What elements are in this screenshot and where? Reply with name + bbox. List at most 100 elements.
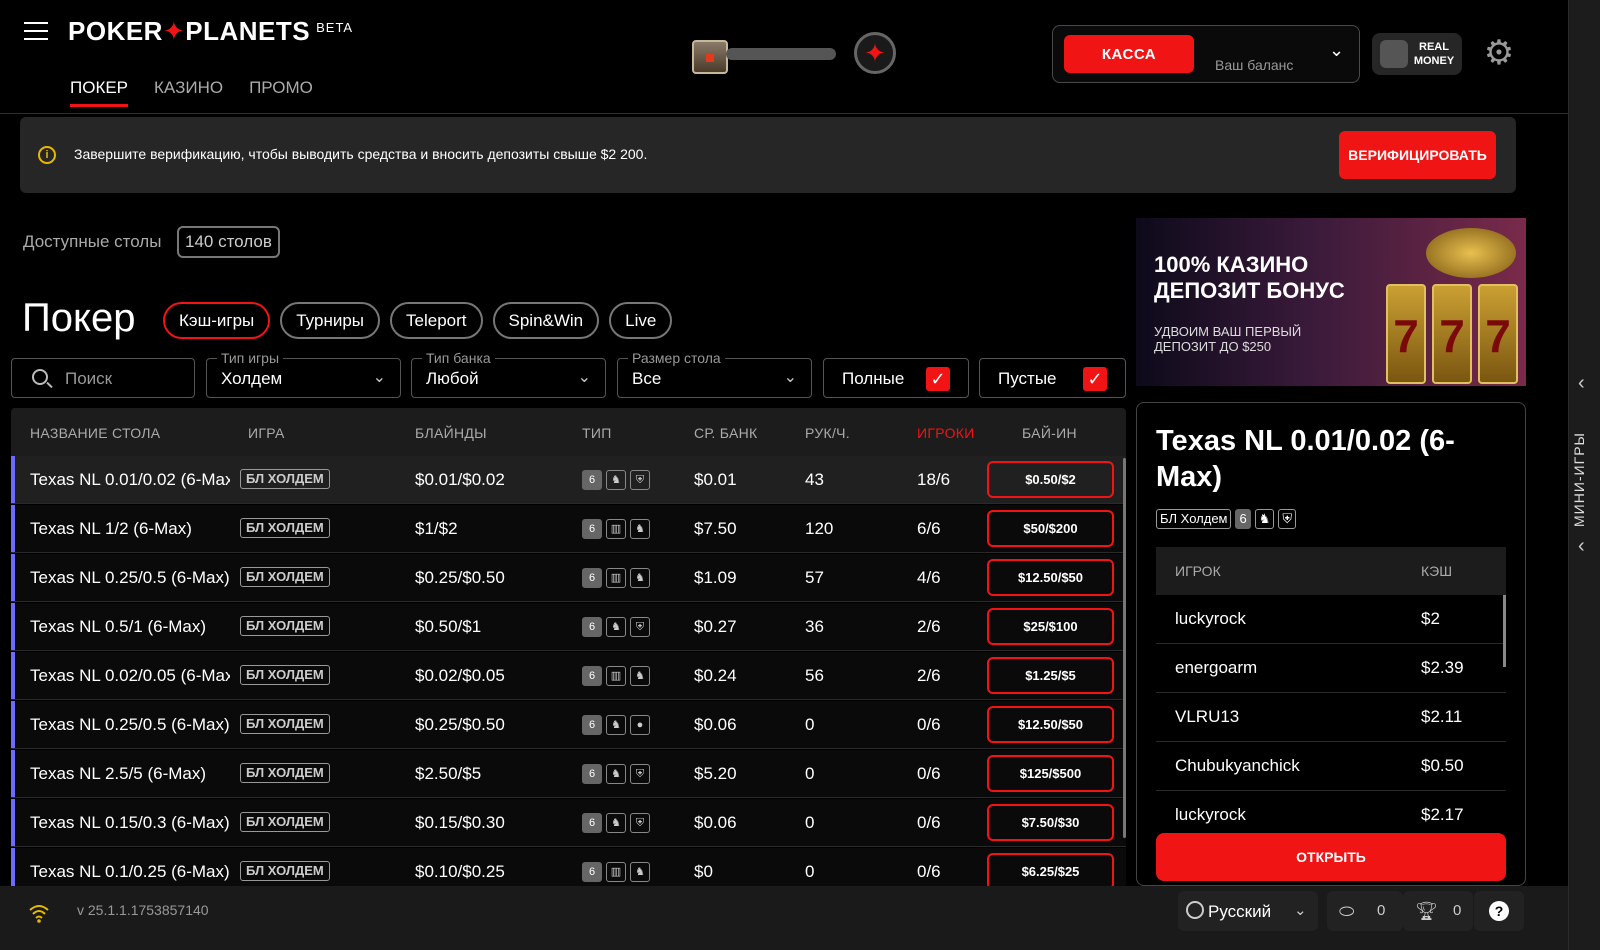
chips-icon: ⬭ <box>1339 901 1355 921</box>
globe-icon <box>1186 901 1204 919</box>
cashier-button[interactable]: КАССА <box>1064 35 1194 73</box>
tab-live[interactable]: Live <box>609 302 673 339</box>
search-input[interactable]: Поиск <box>11 358 195 398</box>
knight-icon: ♞ <box>630 862 650 882</box>
slot-reel-image: 7 <box>1432 284 1472 384</box>
open-table-button[interactable]: ОТКРЫТЬ <box>1156 833 1506 881</box>
buyin-button[interactable]: $125/$500 <box>987 755 1114 792</box>
full-tables-filter[interactable]: Полные ✓ <box>823 358 969 398</box>
table-row[interactable]: Texas NL 0.25/0.5 (6-Max) БЛ ХОЛДЕМ $0.25/… <box>11 554 1126 602</box>
players-count: 0/6 <box>917 715 941 734</box>
buyin-button[interactable]: $25/$100 <box>987 608 1114 645</box>
game-badge: БЛ ХОЛДЕМ <box>240 567 330 587</box>
table-row[interactable]: Texas NL 0.25/0.5 (6-Max) БЛ ХОЛДЕМ $0.25/… <box>11 701 1126 749</box>
table-name: Texas NL 0.15/0.3 (6-Max) <box>30 813 230 832</box>
chevron-down-icon[interactable]: ⌄ <box>1329 40 1344 61</box>
trophy-counter[interactable]: 🏆︎ 0 <box>1403 891 1473 931</box>
gear-icon[interactable]: ⚙ <box>1480 34 1518 72</box>
player-row[interactable]: VLRU13 $2.11 <box>1156 693 1506 742</box>
brand-logo[interactable]: POKER✦PLANETS BETA <box>68 16 353 47</box>
player-row[interactable]: Chubukyanchick $0.50 <box>1156 742 1506 791</box>
trophy-icon: 🏆︎ <box>1415 901 1438 921</box>
players-scrollbar[interactable] <box>1503 595 1506 667</box>
player-row[interactable]: energoarm $2.39 <box>1156 644 1506 693</box>
star-rank-icon[interactable]: ✦ <box>854 32 896 74</box>
search-icon <box>32 369 48 385</box>
balance-label: Ваш баланс <box>1215 57 1294 73</box>
chips-counter[interactable]: ⬭ 0 <box>1327 891 1403 931</box>
game-type-select[interactable]: Тип игры Холдем ⌄ <box>206 350 401 398</box>
row-accent <box>11 456 15 503</box>
col-buyin[interactable]: БАЙ-ИН <box>1022 425 1077 441</box>
chevron-left-icon[interactable]: ‹ <box>1578 535 1585 558</box>
table-row[interactable]: Texas NL 2.5/5 (6-Max) БЛ ХОЛДЕМ $2.50/$5 6… <box>11 750 1126 798</box>
full-checkbox[interactable]: ✓ <box>926 367 950 391</box>
chevron-left-icon[interactable]: ‹ <box>1578 372 1585 395</box>
knight-icon: ♞ <box>1254 509 1275 529</box>
players-table: ИГРОК КЭШ luckyrock $2 energoarm $2.39 VLRU1… <box>1156 547 1506 840</box>
knight-icon: ♞ <box>606 470 626 490</box>
col-avg-pot[interactable]: СР. БАНК <box>694 425 757 441</box>
bank-type-select[interactable]: Тип банка Любой ⌄ <box>411 350 606 398</box>
table-size-select[interactable]: Размер стола Все ⌄ <box>617 350 812 398</box>
row-accent <box>11 603 15 650</box>
buyin-button[interactable]: $7.50/$30 <box>987 804 1114 841</box>
table-row[interactable]: Texas NL 0.01/0.02 (6-Max) БЛ ХОЛДЕМ $0.01… <box>11 456 1126 504</box>
buyin-button[interactable]: $6.25/$25 <box>987 853 1114 886</box>
col-blinds[interactable]: БЛАЙНДЫ <box>415 425 487 441</box>
empty-tables-filter[interactable]: Пустые ✓ <box>979 358 1126 398</box>
buyin-button[interactable]: $12.50/$50 <box>987 559 1114 596</box>
hands-per-hour: 0 <box>805 764 815 783</box>
search-placeholder: Поиск <box>65 369 113 388</box>
game-badge: БЛ ХОЛДЕМ <box>240 665 330 685</box>
table-row[interactable]: Texas NL 0.02/0.05 (6-Max) БЛ ХОЛДЕМ $0.02… <box>11 652 1126 700</box>
avg-pot: $0.27 <box>694 617 737 636</box>
app-version: v 25.1.1.1753857140 <box>77 902 209 918</box>
tab-cash-games[interactable]: Кэш-игры <box>163 302 271 339</box>
reward-progress-bar <box>726 48 836 60</box>
buyin-button[interactable]: $50/$200 <box>987 510 1114 547</box>
col-type[interactable]: ТИП <box>582 425 612 441</box>
nav-tab-promo[interactable]: ПРОМО <box>249 78 313 107</box>
table-row[interactable]: Texas NL 0.15/0.3 (6-Max) БЛ ХОЛДЕМ $0.15/… <box>11 799 1126 847</box>
real-money-toggle[interactable]: REAL MONEY <box>1372 33 1462 75</box>
buyin-button[interactable]: $1.25/$5 <box>987 657 1114 694</box>
tab-tournaments[interactable]: Турниры <box>280 302 381 339</box>
shield-icon: ⛨ <box>630 764 650 784</box>
col-players[interactable]: ИГРОКИ <box>917 425 975 441</box>
player-row[interactable]: luckyrock $2 <box>1156 595 1506 644</box>
knight-icon: ♞ <box>630 568 650 588</box>
verify-button[interactable]: ВЕРИФИЦИРОВАТЬ <box>1339 131 1496 179</box>
col-game[interactable]: ИГРА <box>248 425 285 441</box>
players-count: 0/6 <box>917 764 941 783</box>
mini-games-sidebar[interactable]: ‹ МИНИ-ИГРЫ ‹ <box>1568 0 1600 950</box>
seats-icon: 6 <box>582 519 602 539</box>
info-icon: i <box>38 146 56 164</box>
table-row[interactable]: Texas NL 1/2 (6-Max) БЛ ХОЛДЕМ $1/$2 6 ▥ ♞ $7.… <box>11 505 1126 553</box>
nav-tab-casino[interactable]: КАЗИНО <box>154 78 223 107</box>
table-row[interactable]: Texas NL 0.5/1 (6-Max) БЛ ХОЛДЕМ $0.50/$1 6… <box>11 603 1126 651</box>
available-tables-label: Доступные столы <box>23 232 162 251</box>
avg-pot: $0.06 <box>694 715 737 734</box>
table-row[interactable]: Texas NL 0.1/0.25 (6-Max) БЛ ХОЛДЕМ $0.10/… <box>11 848 1126 886</box>
language-select[interactable]: Русский ⌄ <box>1178 891 1318 931</box>
empty-checkbox[interactable]: ✓ <box>1083 367 1107 391</box>
tab-spin-win[interactable]: Spin&Win <box>492 302 600 339</box>
menu-icon[interactable] <box>24 22 48 42</box>
nav-tab-poker[interactable]: ПОКЕР <box>70 78 129 107</box>
table-type-icons: 6 ♞ ⛨ <box>582 764 650 784</box>
seats-icon: 6 <box>582 568 602 588</box>
casino-bonus-promo[interactable]: 100% КАЗИНО ДЕПОЗИТ БОНУС УДВОИМ ВАШ ПЕРВ… <box>1136 218 1526 386</box>
help-button[interactable]: ? <box>1474 891 1524 931</box>
gold-coins-image <box>1426 228 1516 278</box>
buyin-button[interactable]: $12.50/$50 <box>987 706 1114 743</box>
tab-teleport[interactable]: Teleport <box>390 302 483 339</box>
col-table-name[interactable]: НАЗВАНИЕ СТОЛА <box>30 425 160 441</box>
table-scrollbar[interactable] <box>1123 458 1126 838</box>
table-name: Texas NL 0.25/0.5 (6-Max) <box>30 568 230 587</box>
buyin-button[interactable]: $0.50/$2 <box>987 461 1114 498</box>
row-accent <box>11 554 15 601</box>
col-hands[interactable]: РУК/Ч. <box>805 425 850 441</box>
cards-icon: ▥ <box>606 666 626 686</box>
treasure-chest-icon[interactable] <box>692 40 728 74</box>
